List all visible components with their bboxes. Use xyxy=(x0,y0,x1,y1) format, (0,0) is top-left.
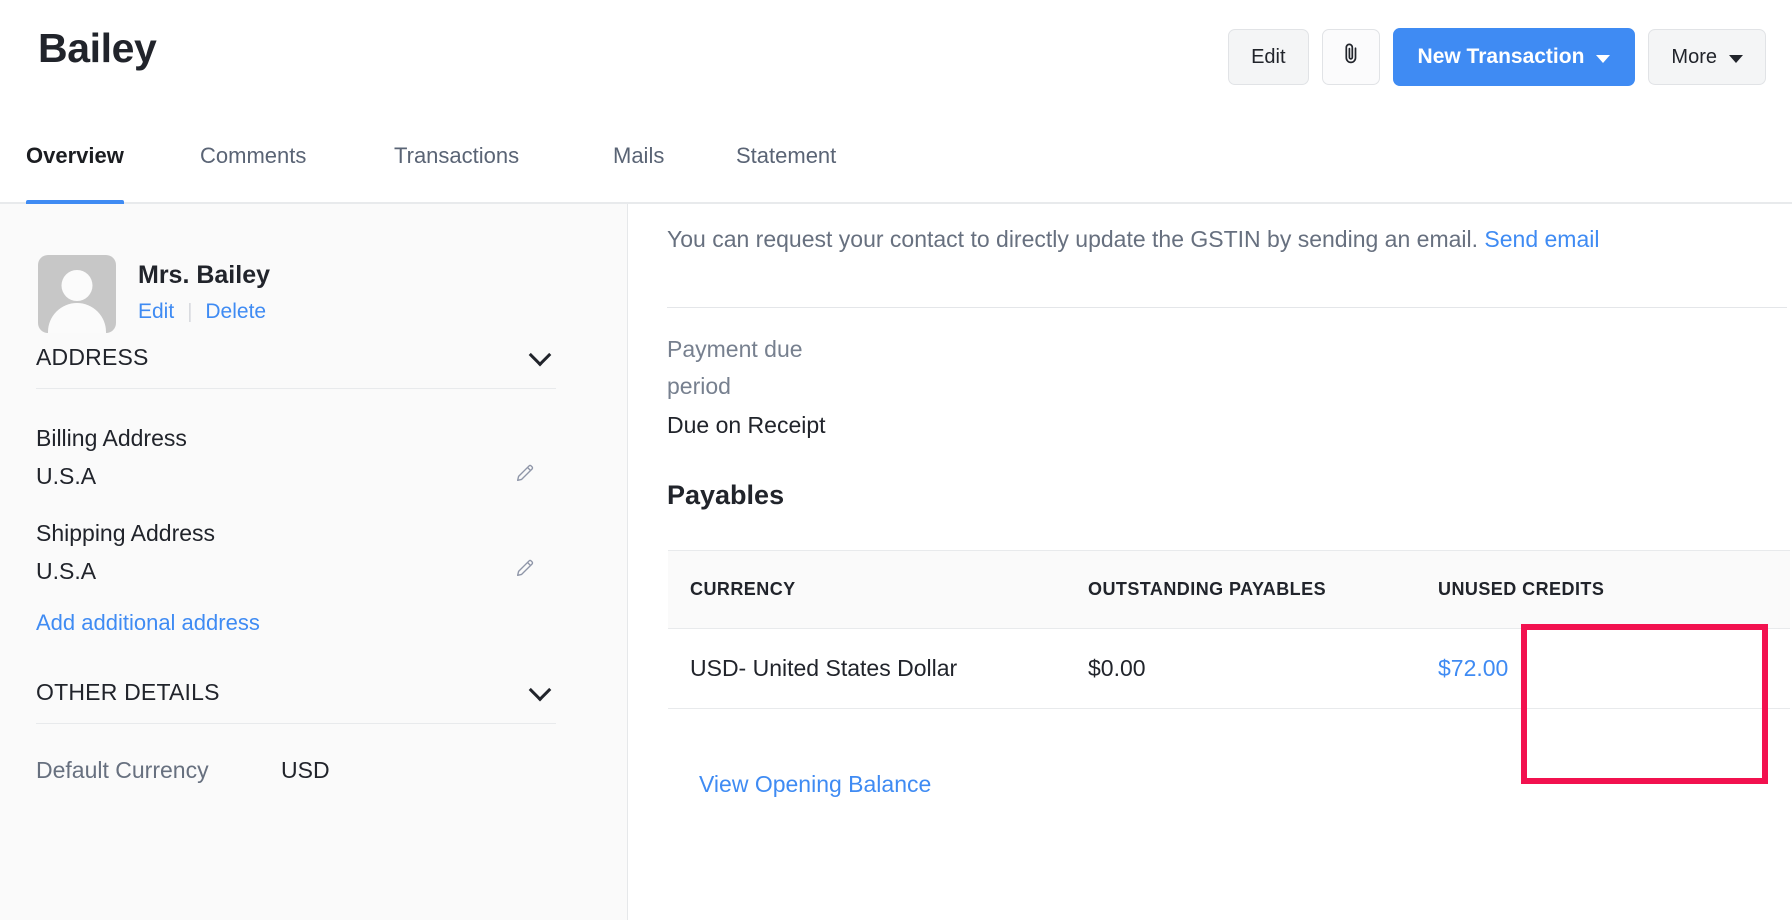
attachment-button[interactable] xyxy=(1322,29,1380,85)
tab-bar: Overview Comments Transactions Mails Sta… xyxy=(0,128,1792,204)
paperclip-icon xyxy=(1341,42,1361,72)
overview-main-panel: You can request your contact to directly… xyxy=(629,204,1792,920)
shipping-address-row: Shipping Address U.S.A xyxy=(36,515,558,591)
avatar-head xyxy=(62,270,93,301)
billing-address-label: Billing Address xyxy=(36,420,558,458)
view-opening-balance-link[interactable]: View Opening Balance xyxy=(699,771,931,798)
tab-comments[interactable]: Comments xyxy=(200,128,306,202)
tab-transactions[interactable]: Transactions xyxy=(394,128,519,202)
column-header-unused-credits: UNUSED CREDITS xyxy=(1416,551,1790,629)
gstin-note-text: You can request your contact to directly… xyxy=(667,226,1478,252)
page-title: Bailey xyxy=(38,26,156,71)
contact-edit-link[interactable]: Edit xyxy=(138,300,174,324)
avatar-body xyxy=(48,303,106,333)
page-header: Bailey Edit New Transaction More xyxy=(0,0,1792,122)
more-button[interactable]: More xyxy=(1648,29,1766,85)
billing-address-row: Billing Address U.S.A xyxy=(36,420,558,496)
more-label: More xyxy=(1671,46,1717,69)
payment-due-period-label-line2: period xyxy=(667,368,837,405)
payables-table-header-row: CURRENCY OUTSTANDING PAYABLES UNUSED CRE… xyxy=(668,551,1790,629)
tab-statement[interactable]: Statement xyxy=(736,128,836,202)
contact-overview-page: Bailey Edit New Transaction More Over xyxy=(0,0,1792,920)
default-currency-row: Default Currency USD xyxy=(36,757,558,784)
contact-sidebar: Mrs. Bailey Edit | Delete ADDRESS Billin… xyxy=(0,204,628,920)
chevron-down-icon xyxy=(529,678,552,701)
edit-button[interactable]: Edit xyxy=(1228,29,1308,85)
table-row: USD- United States Dollar $0.00 $72.00 xyxy=(668,629,1790,709)
contact-actions: Edit | Delete xyxy=(138,300,270,324)
address-section-header[interactable]: ADDRESS xyxy=(36,344,556,371)
gstin-request-note: You can request your contact to directly… xyxy=(667,226,1599,253)
divider: | xyxy=(187,301,192,324)
default-currency-value: USD xyxy=(281,757,330,784)
add-additional-address-link[interactable]: Add additional address xyxy=(36,610,260,636)
address-section-title: ADDRESS xyxy=(36,344,149,371)
new-transaction-button[interactable]: New Transaction xyxy=(1393,28,1636,86)
contact-meta: Mrs. Bailey Edit | Delete xyxy=(138,255,270,324)
new-transaction-label: New Transaction xyxy=(1418,45,1585,69)
payables-table: CURRENCY OUTSTANDING PAYABLES UNUSED CRE… xyxy=(668,550,1790,709)
address-section-rule xyxy=(36,388,556,389)
payables-heading: Payables xyxy=(667,480,784,511)
other-details-section-rule xyxy=(36,723,556,724)
user-avatar-icon xyxy=(38,255,116,333)
gstin-note-rule xyxy=(667,307,1787,308)
chevron-down-icon xyxy=(1729,55,1743,63)
pencil-icon[interactable] xyxy=(514,557,536,584)
payment-due-period-field: Payment due period Due on Receipt xyxy=(667,331,837,443)
send-email-link[interactable]: Send email xyxy=(1484,226,1599,252)
cell-unused-credits[interactable]: $72.00 xyxy=(1416,629,1790,709)
pencil-icon[interactable] xyxy=(514,462,536,489)
tab-mails[interactable]: Mails xyxy=(613,128,664,202)
other-details-section-header[interactable]: OTHER DETAILS xyxy=(36,679,556,706)
default-currency-label: Default Currency xyxy=(36,757,281,784)
billing-address-value: U.S.A xyxy=(36,458,558,496)
chevron-down-icon xyxy=(529,343,552,366)
shipping-address-value: U.S.A xyxy=(36,553,558,591)
other-details-section-title: OTHER DETAILS xyxy=(36,679,220,706)
column-header-currency: CURRENCY xyxy=(668,551,1066,629)
payment-due-period-label-line1: Payment due xyxy=(667,331,837,368)
cell-outstanding: $0.00 xyxy=(1066,629,1416,709)
payment-due-period-value: Due on Receipt xyxy=(667,407,837,444)
shipping-address-label: Shipping Address xyxy=(36,515,558,553)
contact-summary: Mrs. Bailey Edit | Delete xyxy=(38,255,270,333)
header-actions: Edit New Transaction More xyxy=(1228,28,1766,86)
cell-currency: USD- United States Dollar xyxy=(668,629,1066,709)
contact-name: Mrs. Bailey xyxy=(138,260,270,290)
column-header-outstanding: OUTSTANDING PAYABLES xyxy=(1066,551,1416,629)
contact-delete-link[interactable]: Delete xyxy=(205,300,266,324)
tab-overview[interactable]: Overview xyxy=(26,128,124,202)
chevron-down-icon xyxy=(1596,55,1610,63)
